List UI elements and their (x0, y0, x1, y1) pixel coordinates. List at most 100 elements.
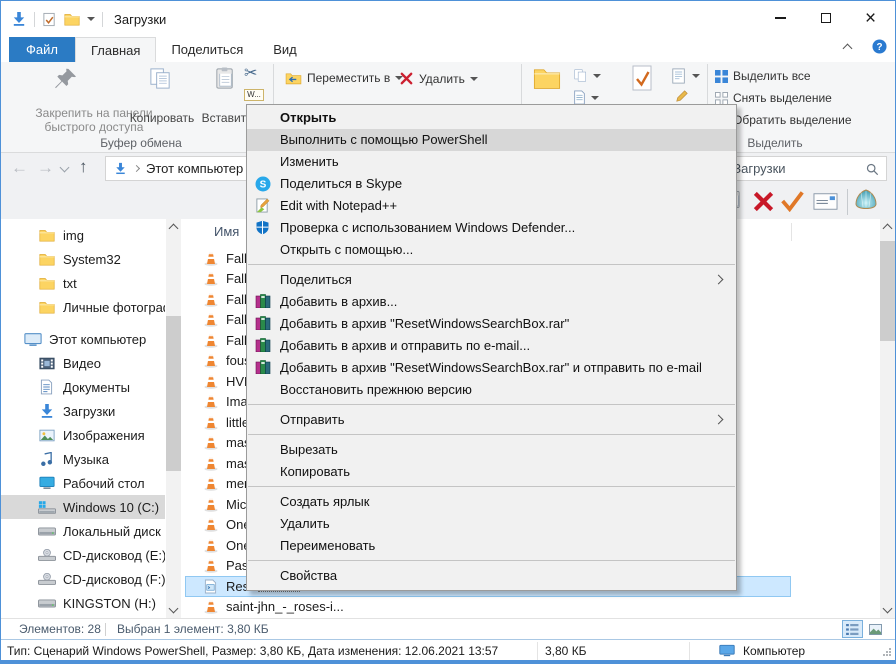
music-icon (37, 452, 56, 467)
properties-qat-icon[interactable] (42, 12, 57, 27)
svg-text:?: ? (876, 42, 882, 53)
clear-selection-grid-icon (715, 92, 728, 105)
cut-scissors-icon[interactable]: ✂ (244, 63, 257, 83)
context-menu-item[interactable]: Добавить в архив... (247, 291, 736, 313)
context-menu-item[interactable]: Добавить в архив "ResetWindowsSearchBox.… (247, 357, 736, 379)
maximize-button[interactable] (803, 3, 848, 33)
commit-check-tool-icon[interactable] (781, 191, 804, 212)
resize-grip[interactable] (881, 647, 892, 658)
mail-tool-icon[interactable] (813, 193, 838, 210)
context-menu-item[interactable]: Восстановить прежнюю версию (247, 379, 736, 401)
context-menu-item[interactable]: Поделиться (247, 269, 736, 291)
context-menu-item[interactable]: Отправить (247, 409, 736, 431)
sidebar-item-txt[interactable]: txt (1, 271, 165, 295)
folder-icon (37, 253, 56, 266)
history-button[interactable] (573, 90, 599, 105)
select-all-button[interactable]: Выделить все (715, 69, 811, 83)
location-downloads-icon (114, 162, 127, 175)
delete-button[interactable]: Удалить (399, 71, 478, 86)
scrollbar-thumb[interactable] (166, 316, 181, 471)
breadcrumb[interactable]: Этот компьютер (146, 161, 243, 176)
file-size-text: 3,80 КБ (545, 644, 587, 658)
sidebar-item-system32[interactable]: System32 (1, 247, 165, 271)
context-menu-item[interactable]: Свойства (247, 565, 736, 587)
tab-home[interactable]: Главная (75, 37, 156, 62)
sidebar-item-pictures[interactable]: Изображения (1, 423, 165, 447)
context-menu-item[interactable]: Копировать (247, 461, 736, 483)
sidebar-item-img[interactable]: img (1, 223, 165, 247)
column-divider[interactable] (791, 223, 792, 241)
scroll-up-icon[interactable] (883, 224, 893, 234)
new-folder-icon[interactable] (533, 67, 561, 90)
shell-tool-icon[interactable] (855, 189, 877, 209)
sidebar-item-cd-e[interactable]: CD-дисковод (E:) Sa (1, 543, 165, 567)
context-menu-item[interactable]: Добавить в архив и отправить по e-mail..… (247, 335, 736, 357)
context-menu-item[interactable]: Edit with Notepad++ (247, 195, 736, 217)
pin-icon[interactable] (53, 67, 78, 92)
sidebar-item-music[interactable]: Музыка (1, 447, 165, 471)
context-menu-item[interactable]: Выполнить с помощью PowerShell (247, 129, 736, 151)
scroll-down-icon[interactable] (883, 604, 893, 614)
sidebar-item-kingston-h[interactable]: KINGSTON (H:) (1, 591, 165, 615)
context-menu-item[interactable]: Вырезать (247, 439, 736, 461)
context-menu-item[interactable]: Открыть (247, 107, 736, 129)
properties-check-icon[interactable] (629, 64, 655, 92)
sidebar-item-label: CD-дисковод (E:) Sa (63, 548, 165, 563)
delete-tool-icon[interactable] (753, 191, 774, 212)
file-row[interactable]: saint-jhn_-_roses-i... (185, 597, 791, 618)
context-menu-item[interactable]: Создать ярлык (247, 491, 736, 513)
sidebar-item-windows10-c[interactable]: Windows 10 (C:) (1, 495, 165, 519)
back-icon[interactable]: ← (11, 159, 28, 176)
sidebar-item-local-disk-d[interactable]: Локальный диск (D (1, 519, 165, 543)
sidebar-item-desktop[interactable]: Рабочий стол (1, 471, 165, 495)
tab-share[interactable]: Поделиться (156, 37, 258, 62)
sidebar-item-label: Изображения (63, 428, 145, 443)
close-button[interactable]: × (848, 3, 893, 33)
new-folder-qat-icon[interactable] (64, 13, 80, 26)
sidebar-scrollbar[interactable] (166, 219, 181, 618)
sidebar-item-label: CD-дисковод (F:) Sa (63, 572, 165, 587)
copy-button[interactable]: Копировать (125, 111, 199, 125)
cd-icon (37, 573, 56, 585)
context-menu-item[interactable]: Удалить (247, 513, 736, 535)
easy-access-button[interactable] (573, 68, 601, 83)
thumbnails-view-button[interactable] (865, 620, 886, 638)
help-icon[interactable]: ? (872, 39, 887, 54)
scrollbar-thumb[interactable] (880, 241, 895, 341)
up-icon[interactable]: ↑ (79, 158, 88, 175)
qat-customize-caret-icon[interactable] (87, 17, 95, 21)
zone-text: Компьютер (743, 644, 805, 658)
copy-icon[interactable] (148, 66, 173, 91)
sidebar-item-cd-f[interactable]: CD-дисковод (F:) Sa (1, 567, 165, 591)
forward-icon[interactable]: → (37, 159, 54, 176)
context-menu-item[interactable]: SПоделиться в Skype (247, 173, 736, 195)
sidebar-item-personal-photos[interactable]: Личные фотографи (1, 295, 165, 319)
edit-pencil-icon[interactable] (675, 89, 689, 103)
separator (105, 623, 106, 636)
scroll-down-icon[interactable] (169, 604, 179, 614)
folder-icon (37, 277, 56, 290)
sidebar-item-video[interactable]: Видео (1, 351, 165, 375)
minimize-button[interactable] (758, 3, 803, 33)
context-menu-item[interactable]: Открыть с помощью... (247, 239, 736, 261)
recent-locations-icon[interactable] (60, 163, 70, 173)
sidebar-item-downloads[interactable]: Загрузки (1, 399, 165, 423)
clear-selection-button[interactable]: Снять выделение (715, 91, 832, 105)
move-to-button[interactable]: Переместить в (285, 71, 403, 85)
sidebar-item-this-pc[interactable]: Этот компьютер (1, 327, 165, 351)
context-menu-item[interactable]: Добавить в архив "ResetWindowsSearchBox.… (247, 313, 736, 335)
copy-small-icon (573, 68, 588, 83)
paste-icon[interactable] (213, 66, 238, 91)
sidebar-item-documents[interactable]: Документы (1, 375, 165, 399)
context-menu-item[interactable]: Проверка с использованием Windows Defend… (247, 217, 736, 239)
search-icon[interactable] (866, 163, 879, 176)
scroll-up-icon[interactable] (169, 224, 179, 234)
tab-view[interactable]: Вид (258, 37, 312, 62)
filelist-scrollbar[interactable] (880, 219, 895, 618)
open-button[interactable] (671, 67, 700, 85)
sidebar-item-label: Видео (63, 356, 101, 371)
context-menu-item[interactable]: Изменить (247, 151, 736, 173)
details-view-button[interactable] (842, 620, 863, 638)
context-menu-item[interactable]: Переименовать (247, 535, 736, 557)
tab-file[interactable]: Файл (9, 37, 75, 62)
